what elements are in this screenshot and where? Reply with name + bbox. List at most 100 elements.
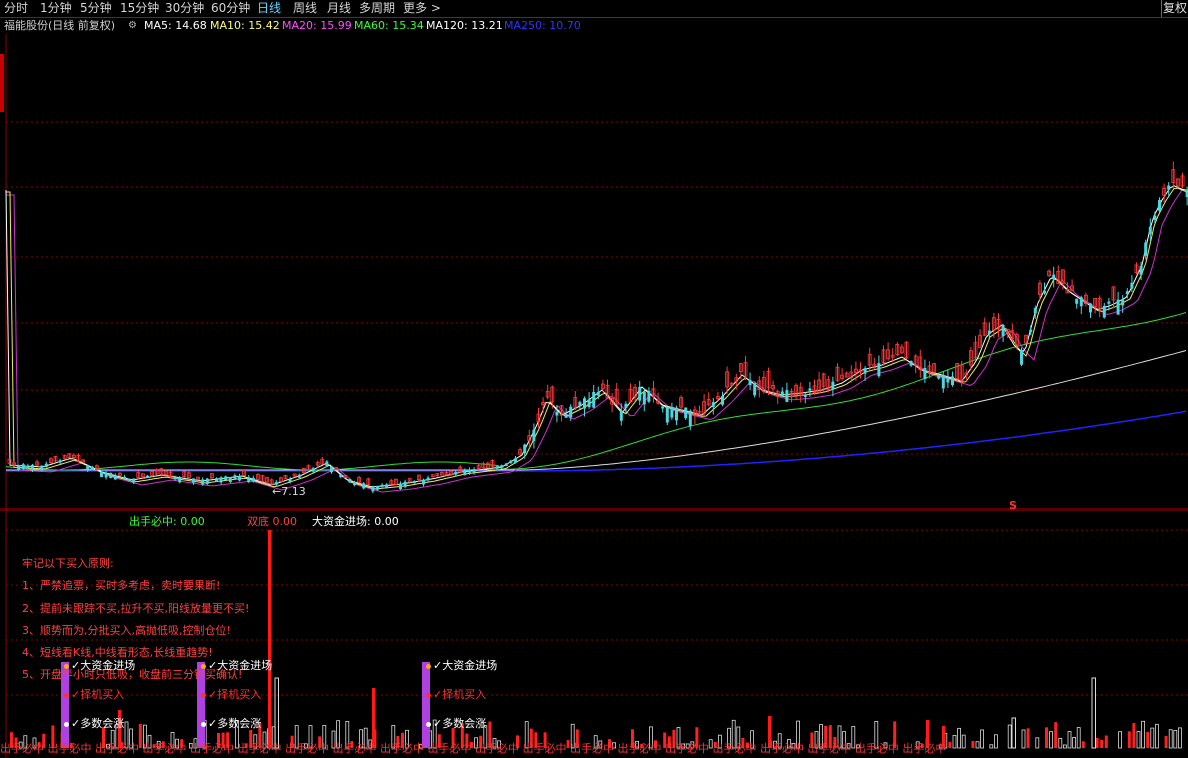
timeframe-tab-5[interactable]: 60分钟 [211, 0, 250, 17]
candle-body [311, 468, 315, 472]
low-price-label: ←7.13 [272, 485, 306, 498]
candle-body [785, 390, 789, 402]
candle-body [831, 381, 835, 390]
signal-buy: ✓择机买入 [426, 686, 486, 702]
candle-body [514, 458, 517, 463]
candle-body [90, 466, 94, 471]
signal-buy: ✓择机买入 [64, 686, 124, 702]
timeframe-tab-0[interactable]: 分时 [4, 0, 28, 17]
candle-body [587, 399, 591, 408]
candle-body [399, 483, 402, 490]
timeframe-tab-9[interactable]: 多周期 [359, 0, 395, 17]
candle-body [808, 388, 812, 391]
candle-body [325, 461, 329, 466]
candle-body [909, 360, 913, 366]
candle-body [1167, 185, 1171, 190]
candle-body [596, 391, 600, 396]
timeframe-tab-1[interactable]: 1分钟 [40, 0, 72, 17]
candle-body [348, 479, 352, 483]
candle-body [1125, 291, 1129, 295]
candle-body [31, 464, 34, 471]
notes-title: 牢记以下买入原则: [22, 557, 114, 570]
candle-body [132, 478, 136, 483]
candle-body [504, 463, 508, 466]
candle-body [619, 410, 623, 421]
candle-body [1107, 301, 1111, 304]
candle-body [1029, 329, 1033, 333]
candle-body [146, 475, 149, 478]
timeframe-tab-8[interactable]: 月线 [327, 0, 351, 17]
timeframe-toolbar: 分时 1分钟 5分钟 15分钟 30分钟 60分钟 日线 周线 月线 多周期 更多 > [0, 0, 1188, 18]
kline-chart[interactable] [0, 34, 1188, 510]
timeframe-tab-4[interactable]: 30分钟 [165, 0, 204, 17]
signal-bar [422, 662, 430, 748]
ma5-value: MA5: 14.68 [144, 19, 207, 32]
candle-body [564, 413, 568, 418]
volume-bar [1091, 677, 1096, 749]
candle-body [592, 391, 596, 408]
candle-body [684, 407, 688, 419]
candle-body [228, 477, 232, 483]
candle-body [877, 363, 881, 377]
candle-body [472, 469, 476, 473]
candle-body [1116, 299, 1120, 315]
candle-body [642, 391, 646, 405]
candle-body [670, 406, 674, 418]
candle-body [86, 465, 90, 470]
candle-body [624, 403, 628, 408]
indicator-header-double-bottom: 双底 0.00 [247, 515, 297, 528]
candle-body [555, 411, 559, 416]
candle-body [951, 376, 954, 386]
candle-body [523, 444, 527, 454]
candle-body [454, 472, 458, 475]
candle-body [21, 464, 25, 469]
signal-big-money: ✓大资金进场 [64, 657, 135, 673]
candle-body [1121, 299, 1125, 306]
ma120-line [6, 350, 1187, 471]
candle-body [923, 367, 927, 380]
candle-body [1033, 308, 1037, 314]
timeframe-tab-6[interactable]: 日线 [257, 0, 281, 17]
candle-body [297, 474, 301, 478]
settings-icon[interactable]: ⚙ [128, 18, 137, 34]
indicator-header-hit: 出手必中: 0.00 [129, 515, 205, 528]
candle-body [192, 478, 195, 483]
restore-rights-button[interactable]: 复权 [1161, 0, 1188, 17]
candle-body [224, 476, 228, 481]
candle-body [233, 475, 237, 479]
signal-rise: ✓多数会涨 [201, 715, 261, 731]
candle-body [1089, 303, 1092, 313]
candle-body [123, 476, 126, 480]
candle-body [339, 474, 343, 478]
candle-body [1079, 297, 1083, 307]
candle-body [362, 483, 366, 489]
candle-body [941, 375, 945, 389]
candle-body [100, 471, 103, 477]
timeframe-tab-10[interactable]: 更多 > [403, 0, 441, 17]
timeframe-tab-2[interactable]: 5分钟 [80, 0, 112, 17]
ma60-value: MA60: 15.34 [354, 19, 424, 32]
timeframe-tab-7[interactable]: 周线 [293, 0, 317, 17]
signal-buy: ✓择机买入 [201, 686, 261, 702]
timeframe-tab-3[interactable]: 15分钟 [120, 0, 159, 17]
candle-body [219, 477, 223, 483]
candle-body [104, 472, 108, 478]
candle-body [753, 382, 757, 396]
candle-body [583, 398, 586, 409]
candle-body [127, 478, 131, 481]
candle-body [178, 477, 182, 483]
candle-body [376, 485, 379, 490]
candle-body [1139, 265, 1143, 275]
candle-body [113, 475, 117, 480]
candle-body [946, 377, 950, 383]
ma250-value: MA250: 10.70 [504, 19, 581, 32]
candle-body [647, 390, 651, 402]
ma10-value: MA10: 15.42 [210, 19, 280, 32]
candle-body [385, 484, 389, 489]
candle-body [44, 463, 48, 468]
ma120-value: MA120: 13.21 [426, 19, 503, 32]
price-scale-marker [0, 54, 4, 112]
signal-rise: ✓多数会涨 [426, 715, 486, 731]
candle-body [500, 465, 504, 468]
candle-body [238, 476, 241, 481]
